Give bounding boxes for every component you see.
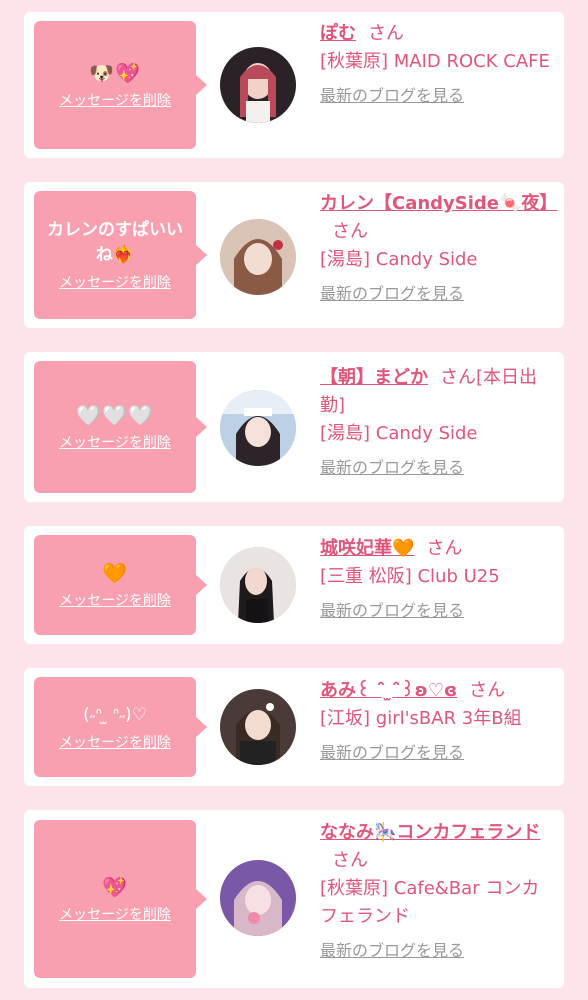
message-card: 🤍🤍🤍 メッセージを削除 【朝】まどか さん[本日出勤] [湯島] Candy S… bbox=[24, 352, 564, 502]
shop-name: [湯島] Candy Side bbox=[320, 423, 478, 444]
avatar[interactable] bbox=[220, 547, 296, 623]
message-bubble: 💖 メッセージを削除 bbox=[34, 820, 207, 978]
shop-name: [三重 松阪] Club U25 bbox=[320, 566, 500, 587]
latest-blog-link[interactable]: 最新のブログを見る bbox=[320, 454, 552, 482]
delete-message-link[interactable]: メッセージを削除 bbox=[59, 904, 171, 924]
cast-name-link[interactable]: カレン【CandySide🍬夜】 bbox=[320, 193, 557, 214]
cast-info: 城咲妃華🧡 さん [三重 松阪] Club U25 最新のブログを見る bbox=[320, 535, 552, 625]
name-suffix: さん bbox=[426, 538, 463, 559]
latest-blog-link[interactable]: 最新のブログを見る bbox=[320, 739, 552, 767]
delete-message-link[interactable]: メッセージを削除 bbox=[59, 732, 171, 752]
cast-info: ぽむ さん [秋葉原] MAID ROCK CAFE 最新のブログを見る bbox=[320, 20, 552, 110]
avatar[interactable] bbox=[220, 689, 296, 765]
avatar[interactable] bbox=[220, 47, 296, 123]
delete-message-link[interactable]: メッセージを削除 bbox=[59, 590, 171, 610]
latest-blog-link[interactable]: 最新のブログを見る bbox=[320, 937, 552, 965]
cast-name-link[interactable]: あみ꒰ ˆ̑ ̫ˆ̑꒱ʚ♡ɞ bbox=[320, 680, 457, 701]
message-card: (˶ᐢ ̫ ᐢ˶)♡ メッセージを削除 あみ꒰ ˆ̑ ̫ˆ̑꒱ʚ♡ɞ さん [江坂… bbox=[24, 668, 564, 786]
message-bubble: 🧡 メッセージを削除 bbox=[34, 535, 207, 635]
cast-name-link[interactable]: ななみ🎠コンカフェランド bbox=[320, 822, 540, 843]
avatar[interactable] bbox=[220, 860, 296, 936]
delete-message-link[interactable]: メッセージを削除 bbox=[59, 432, 171, 452]
cast-name-link[interactable]: ぽむ bbox=[320, 23, 356, 44]
name-suffix: さん bbox=[332, 850, 368, 871]
cast-info: 【朝】まどか さん[本日出勤] [湯島] Candy Side 最新のブログを見る bbox=[320, 364, 552, 482]
cast-name-link[interactable]: 【朝】まどか bbox=[320, 367, 428, 388]
name-suffix: さん bbox=[332, 221, 368, 242]
latest-blog-link[interactable]: 最新のブログを見る bbox=[320, 597, 552, 625]
message-card: 🧡 メッセージを削除 城咲妃華🧡 さん [三重 松阪] Club U25 最新のブ… bbox=[24, 526, 564, 644]
shop-name: [湯島] Candy Side bbox=[320, 249, 478, 270]
delete-message-link[interactable]: メッセージを削除 bbox=[59, 272, 171, 292]
message-card: 💖 メッセージを削除 ななみ🎠コンカフェランドさん [秋葉原] Cafe&Bar… bbox=[24, 810, 564, 988]
shop-name: [秋葉原] Cafe&Bar コンカフェランド bbox=[320, 878, 540, 927]
avatar[interactable] bbox=[220, 219, 296, 295]
message-card: 🐶💖 メッセージを削除 ぽむ さん [秋葉原] MAID ROCK CAFE 最新… bbox=[24, 12, 564, 158]
shop-name: [江坂] girl'sBAR 3年B組 bbox=[320, 708, 522, 729]
message-text: 🤍🤍🤍 bbox=[76, 402, 154, 427]
name-suffix: さん bbox=[469, 680, 506, 701]
message-bubble: 🤍🤍🤍 メッセージを削除 bbox=[34, 361, 207, 493]
message-bubble: (˶ᐢ ̫ ᐢ˶)♡ メッセージを削除 bbox=[34, 677, 207, 777]
message-bubble: カレンのすぱいいね❤️‍🔥 メッセージを削除 bbox=[34, 191, 207, 319]
message-bubble: 🐶💖 メッセージを削除 bbox=[34, 21, 207, 149]
latest-blog-link[interactable]: 最新のブログを見る bbox=[320, 82, 552, 110]
message-text: カレンのすぱいいね❤️‍🔥 bbox=[47, 220, 183, 265]
cast-info: カレン【CandySide🍬夜】さん [湯島] Candy Side 最新のブロ… bbox=[320, 190, 557, 308]
message-card: カレンのすぱいいね❤️‍🔥 メッセージを削除 カレン【CandySide🍬夜】さ… bbox=[24, 182, 564, 328]
message-text: 🧡 bbox=[102, 560, 128, 585]
cast-info: ななみ🎠コンカフェランドさん [秋葉原] Cafe&Bar コンカフェランド 最… bbox=[320, 819, 552, 965]
avatar[interactable] bbox=[220, 390, 296, 466]
message-text: 💖 bbox=[102, 874, 128, 899]
cast-info: あみ꒰ ˆ̑ ̫ˆ̑꒱ʚ♡ɞ さん [江坂] girl'sBAR 3年B組 最新の… bbox=[320, 677, 552, 767]
cast-name-link[interactable]: 城咲妃華🧡 bbox=[320, 538, 414, 559]
delete-message-link[interactable]: メッセージを削除 bbox=[59, 90, 171, 110]
latest-blog-link[interactable]: 最新のブログを見る bbox=[320, 280, 552, 308]
name-suffix: さん bbox=[368, 23, 404, 44]
message-text: 🐶💖 bbox=[89, 60, 141, 85]
message-text: (˶ᐢ ̫ ᐢ˶)♡ bbox=[83, 704, 147, 725]
shop-name: [秋葉原] MAID ROCK CAFE bbox=[320, 51, 550, 72]
